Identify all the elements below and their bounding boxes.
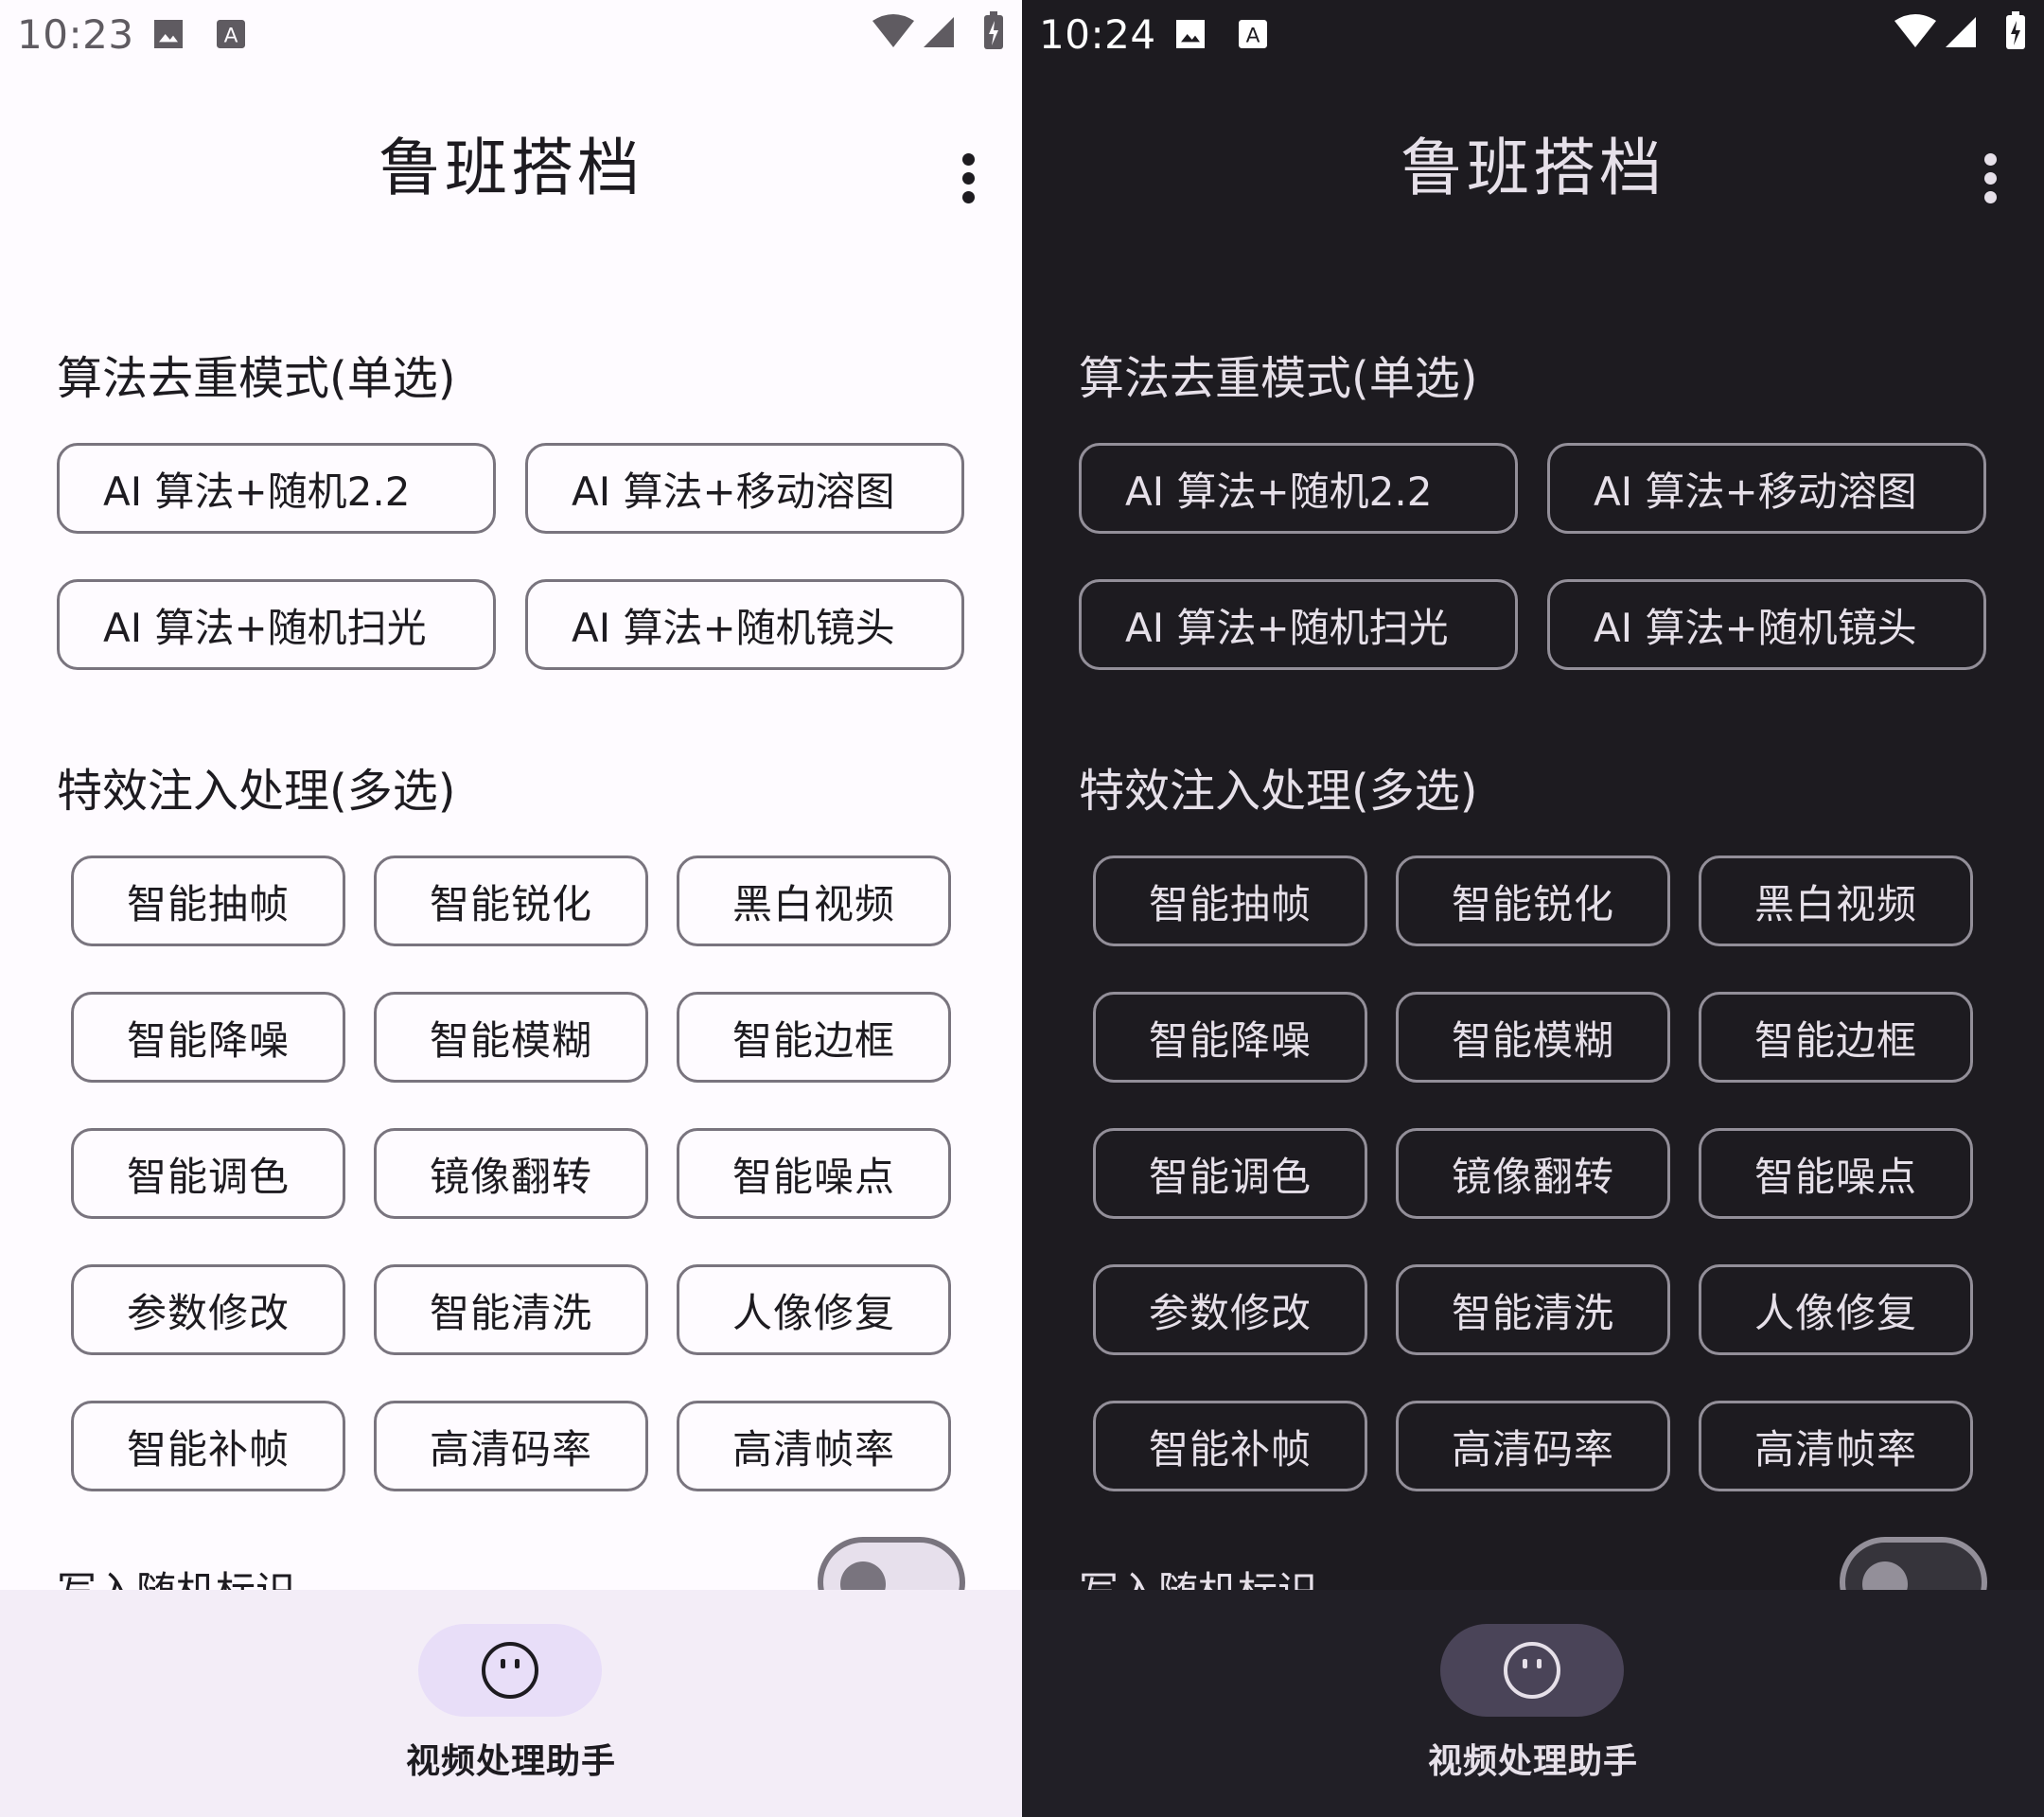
signal-icon <box>1946 17 1976 47</box>
effect-option[interactable]: 智能边框 <box>677 992 951 1083</box>
algo-section-title: 算法去重模式(单选) <box>1079 352 1478 405</box>
effect-option[interactable]: 智能边框 <box>1699 992 1973 1083</box>
image-icon <box>1176 20 1205 48</box>
app-bar: 鲁班搭档 <box>0 85 1022 237</box>
effect-option[interactable]: 智能调色 <box>1093 1128 1367 1219</box>
algo-option[interactable]: AI 算法+随机2.2 <box>57 443 496 534</box>
algo-option[interactable]: AI 算法+随机镜头 <box>525 579 964 670</box>
nav-label: 视频处理助手 <box>405 1742 616 1781</box>
effect-option[interactable]: 人像修复 <box>677 1264 951 1355</box>
svg-text:A: A <box>1246 24 1260 47</box>
algo-option[interactable]: AI 算法+移动溶图 <box>1547 443 1986 534</box>
effect-option[interactable]: 智能模糊 <box>374 992 648 1083</box>
effect-option[interactable]: 高清帧率 <box>1699 1401 1973 1491</box>
algo-option[interactable]: AI 算法+移动溶图 <box>525 443 964 534</box>
effect-option[interactable]: 智能抽帧 <box>1093 856 1367 946</box>
effect-option[interactable]: 智能锐化 <box>374 856 648 946</box>
effects-section-title: 特效注入处理(多选) <box>57 765 456 818</box>
effect-option[interactable]: 智能调色 <box>71 1128 345 1219</box>
nav-label: 视频处理助手 <box>1427 1742 1638 1781</box>
algo-option[interactable]: AI 算法+随机扫光 <box>1079 579 1518 670</box>
status-bar: 10:23 A <box>0 0 1022 66</box>
bottom-navigation: 视频处理助手 <box>0 1590 1022 1817</box>
effect-option[interactable]: 智能清洗 <box>1396 1264 1670 1355</box>
status-time: 10:23 <box>17 11 134 58</box>
more-options-icon[interactable] <box>952 132 986 223</box>
app-title: 鲁班搭档 <box>379 132 643 204</box>
status-icons <box>1894 11 2025 49</box>
effect-option[interactable]: 智能补帧 <box>1093 1401 1367 1491</box>
face-icon <box>482 1642 538 1699</box>
effect-option[interactable]: 参数修改 <box>1093 1264 1367 1355</box>
effect-option[interactable]: 镜像翻转 <box>374 1128 648 1219</box>
algo-option[interactable]: AI 算法+随机扫光 <box>57 579 496 670</box>
effect-option[interactable]: 高清码率 <box>374 1401 648 1491</box>
effect-option[interactable]: 智能降噪 <box>71 992 345 1083</box>
wifi-icon <box>1894 14 1936 47</box>
nav-item-video-assistant[interactable] <box>418 1624 602 1717</box>
effect-option[interactable]: 参数修改 <box>71 1264 345 1355</box>
effect-option[interactable]: 高清帧率 <box>677 1401 951 1491</box>
svg-text:A: A <box>224 24 238 47</box>
app-bar: 鲁班搭档 <box>1022 85 2044 237</box>
algo-option[interactable]: AI 算法+随机镜头 <box>1547 579 1986 670</box>
effect-option[interactable]: 智能降噪 <box>1093 992 1367 1083</box>
algo-section-title: 算法去重模式(单选) <box>57 352 456 405</box>
nav-item-video-assistant[interactable] <box>1440 1624 1624 1717</box>
algo-option[interactable]: AI 算法+随机2.2 <box>1079 443 1518 534</box>
effect-option[interactable]: 智能清洗 <box>374 1264 648 1355</box>
effect-option[interactable]: 智能补帧 <box>71 1401 345 1491</box>
effect-option[interactable]: 镜像翻转 <box>1396 1128 1670 1219</box>
light-screen: 10:23 A 鲁班搭档 算法去重模式(单选) AI 算法+随机2.2 AI 算… <box>0 0 1022 1817</box>
effect-option[interactable]: 智能锐化 <box>1396 856 1670 946</box>
effect-option[interactable]: 黑白视频 <box>677 856 951 946</box>
more-options-icon[interactable] <box>1974 132 2008 223</box>
status-icons <box>872 11 1003 49</box>
wifi-icon <box>872 14 914 47</box>
effect-option[interactable]: 智能模糊 <box>1396 992 1670 1083</box>
image-icon <box>154 20 183 48</box>
effect-option[interactable]: 高清码率 <box>1396 1401 1670 1491</box>
app-title: 鲁班搭档 <box>1401 132 1665 204</box>
effect-option[interactable]: 智能噪点 <box>677 1128 951 1219</box>
effects-section-title: 特效注入处理(多选) <box>1079 765 1478 818</box>
effect-option[interactable]: 智能抽帧 <box>71 856 345 946</box>
status-bar: 10:24 A <box>1022 0 2044 66</box>
effect-option[interactable]: 人像修复 <box>1699 1264 1973 1355</box>
status-time: 10:24 <box>1039 11 1156 58</box>
bottom-navigation: 视频处理助手 <box>1022 1590 2044 1817</box>
effect-option[interactable]: 智能噪点 <box>1699 1128 1973 1219</box>
translate-notification-icon: A <box>1239 20 1267 48</box>
translate-notification-icon: A <box>217 20 245 48</box>
dark-screen: 10:24 A 鲁班搭档 算法去重模式(单选) AI 算法+随机2.2 AI 算… <box>1022 0 2044 1817</box>
face-icon <box>1504 1642 1560 1699</box>
effect-option[interactable]: 黑白视频 <box>1699 856 1973 946</box>
signal-icon <box>924 17 954 47</box>
